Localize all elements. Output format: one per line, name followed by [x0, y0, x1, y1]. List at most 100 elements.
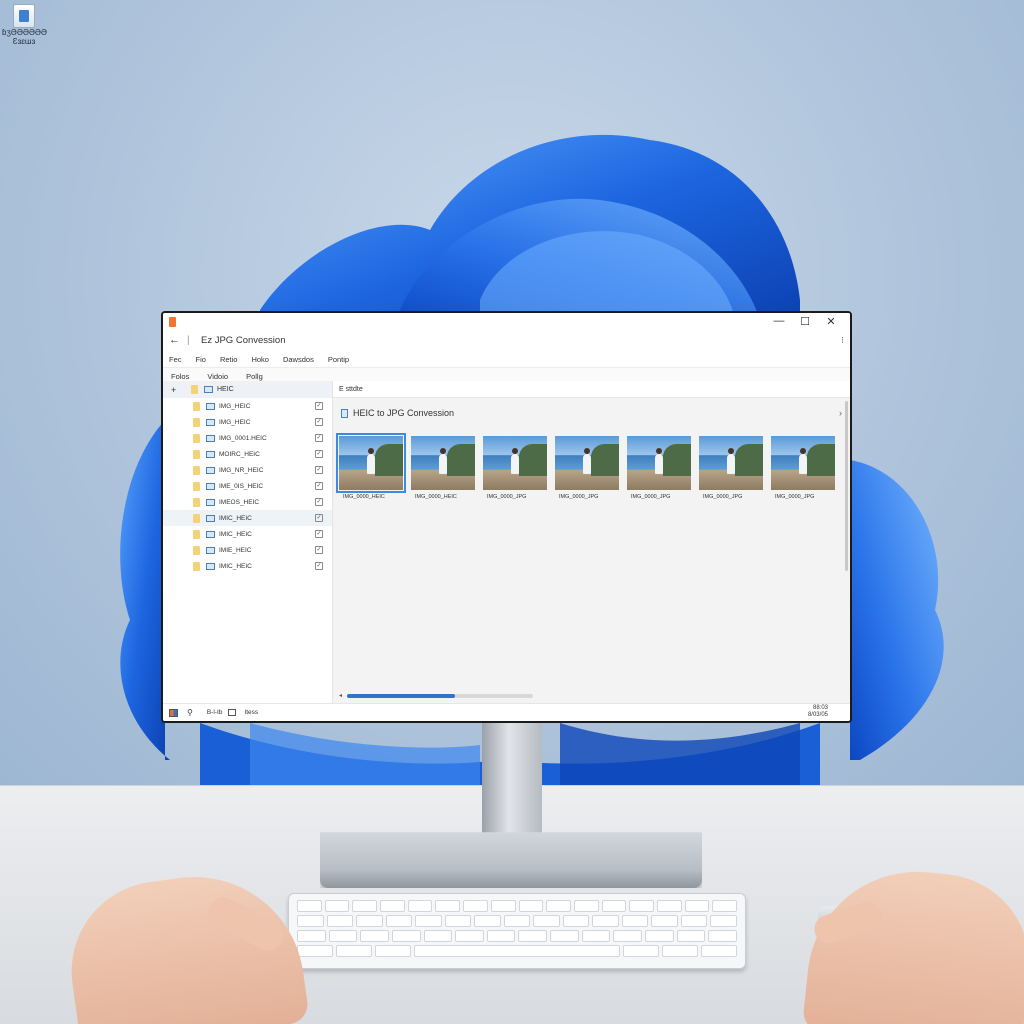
checkbox[interactable]: ✓	[315, 418, 323, 426]
image-file-icon	[206, 562, 215, 570]
window-body: + HEIC IMG_HEIC ✓ IMG_HEIC ✓ IMG_0001.HEIC ✓ M…	[163, 381, 850, 703]
checkbox[interactable]: ✓	[315, 546, 323, 554]
thumbnail-item[interactable]: IMG_0000_JPG	[555, 436, 619, 500]
tree-item[interactable]: IMG_NR_HEIC ✓	[163, 462, 332, 478]
image-file-icon	[206, 450, 215, 458]
menu-item[interactable]: Fio	[196, 355, 206, 364]
file-tree: + HEIC IMG_HEIC ✓ IMG_HEIC ✓ IMG_0001.HEIC ✓ M…	[163, 381, 333, 703]
chevron-right-icon[interactable]: ›	[839, 408, 842, 418]
minimize-button[interactable]: —	[766, 315, 792, 328]
tree-item-label: IMIC_HEIC	[219, 562, 252, 570]
checkbox[interactable]: ✓	[315, 514, 323, 522]
tree-item-label: IMG_0001.HEIC	[219, 434, 267, 442]
checkbox[interactable]: ✓	[315, 530, 323, 538]
thumbnail-item[interactable]: IMG_0000_JPG	[771, 436, 835, 500]
tree-item[interactable]: IMG_HEIC ✓	[163, 414, 332, 430]
checkbox[interactable]: ✓	[315, 434, 323, 442]
tree-item[interactable]: IMIC_HEIC ✓	[163, 558, 332, 574]
vertical-scrollbar[interactable]	[845, 401, 848, 571]
checkbox[interactable]: ✓	[315, 498, 323, 506]
menu-item[interactable]: Hoko	[251, 355, 269, 364]
folder-icon	[193, 401, 200, 411]
clock-date: 8/03/05	[807, 712, 828, 718]
checkbox[interactable]: ✓	[315, 466, 323, 474]
maximize-button[interactable]: ☐	[792, 315, 818, 328]
list-view-icon[interactable]	[228, 709, 237, 716]
photo-thumbnail	[411, 436, 475, 490]
image-file-icon	[206, 546, 215, 554]
image-file-icon	[206, 418, 215, 426]
close-button[interactable]: ✕	[818, 315, 844, 328]
nav-bar: ← | Ez JPG Convession ⁝	[163, 334, 850, 349]
image-file-icon	[341, 408, 348, 418]
status-bar: ⚲ B-l-Ib Itess 88:03 8/03/05	[163, 703, 850, 721]
status-label: Itess	[244, 709, 259, 716]
photo-thumbnail	[771, 436, 835, 490]
photo-thumbnail	[555, 436, 619, 490]
menu-bar: Fec Fio Retio Hoko Dawsdos Pontip	[163, 352, 850, 368]
tree-item-label: IMG_NR_HEIC	[219, 466, 264, 474]
image-file-icon	[206, 514, 215, 522]
tree-item-label: IMIC_HEIC	[219, 514, 252, 522]
search-icon[interactable]: ⚲	[187, 708, 193, 717]
expand-icon[interactable]: +	[171, 385, 191, 395]
tree-item-label: IMG_HEIC	[219, 418, 251, 426]
thumbnail-item[interactable]: IMG_0000_HEIC	[411, 436, 475, 500]
app-icon	[169, 317, 176, 327]
thumbnail-caption: IMG_0000_JPG	[487, 494, 527, 500]
tree-item[interactable]: IMG_0001.HEIC ✓	[163, 430, 332, 446]
tree-item[interactable]: IMG_HEIC ✓	[163, 398, 332, 414]
image-file-icon	[204, 386, 213, 393]
thumbnail-item[interactable]: IMG_0000_HEIC	[336, 433, 406, 500]
tab-videos[interactable]: Vidoio	[207, 372, 228, 381]
grid-view-icon[interactable]	[169, 708, 178, 717]
tree-item[interactable]: MOIRC_HEIC ✓	[163, 446, 332, 462]
title-bar: — ☐ ✕	[163, 313, 850, 335]
menu-item[interactable]: Dawsdos	[283, 355, 314, 364]
recycle-bin-icon	[13, 4, 35, 28]
nav-separator: |	[187, 335, 190, 346]
image-file-icon	[206, 498, 215, 506]
folder-icon	[193, 497, 200, 507]
tree-root-label: HEIC	[217, 386, 234, 393]
thumbnail-item[interactable]: IMG_0000_JPG	[699, 436, 763, 500]
menu-item[interactable]: Pontip	[328, 355, 349, 364]
image-file-icon	[206, 434, 215, 442]
tab-photos[interactable]: Folos	[171, 372, 189, 381]
tree-item[interactable]: IME_0IS_HEIC ✓	[163, 478, 332, 494]
menu-item[interactable]: Retio	[220, 355, 238, 364]
more-options-icon[interactable]: ⁝	[841, 335, 844, 346]
conversion-progress-bar	[347, 694, 533, 698]
desktop-shortcut[interactable]: ɓʒƏƏƏƏƏƏ Ɛɜɛɯɜ	[2, 4, 47, 46]
checkbox[interactable]: ✓	[315, 482, 323, 490]
tree-item-label: IMIC_HEIC	[219, 530, 252, 538]
folder-icon	[193, 433, 200, 443]
folder-icon	[191, 385, 198, 394]
folder-icon	[193, 449, 200, 459]
image-file-icon	[206, 530, 215, 538]
tree-item[interactable]: IMIC_HEIC ✓	[163, 510, 332, 526]
folder-icon	[193, 513, 200, 523]
thumbnail-caption: IMG_0000_HEIC	[415, 494, 457, 500]
image-file-icon	[206, 466, 215, 474]
tree-item[interactable]: IMIE_HEIC ✓	[163, 542, 332, 558]
clock-time: 88:03	[812, 705, 828, 711]
checkbox[interactable]: ✓	[315, 450, 323, 458]
thumbnail-item[interactable]: IMG_0000_JPG	[627, 436, 691, 500]
folder-icon	[193, 481, 200, 491]
thumbnail-item[interactable]: IMG_0000_JPG	[483, 436, 547, 500]
checkbox[interactable]: ✓	[315, 562, 323, 570]
folder-icon	[193, 465, 200, 475]
photo-thumbnail	[699, 436, 763, 490]
tree-root[interactable]: + HEIC	[163, 381, 332, 398]
back-arrow-icon[interactable]: ←	[169, 334, 180, 346]
tree-item[interactable]: IMIC_HEIC ✓	[163, 526, 332, 542]
checkbox[interactable]: ✓	[315, 402, 323, 410]
tree-item[interactable]: IMEOS_HEIC ✓	[163, 494, 332, 510]
tree-item-label: IME_0IS_HEIC	[219, 482, 264, 490]
thumbnail-caption: IMG_0000_JPG	[631, 494, 671, 500]
menu-item[interactable]: Fec	[169, 355, 182, 364]
tab-other[interactable]: Pollg	[246, 372, 263, 381]
thumbnail-caption: IMG_0000_JPG	[559, 494, 599, 500]
monitor-stand-neck	[482, 722, 542, 844]
